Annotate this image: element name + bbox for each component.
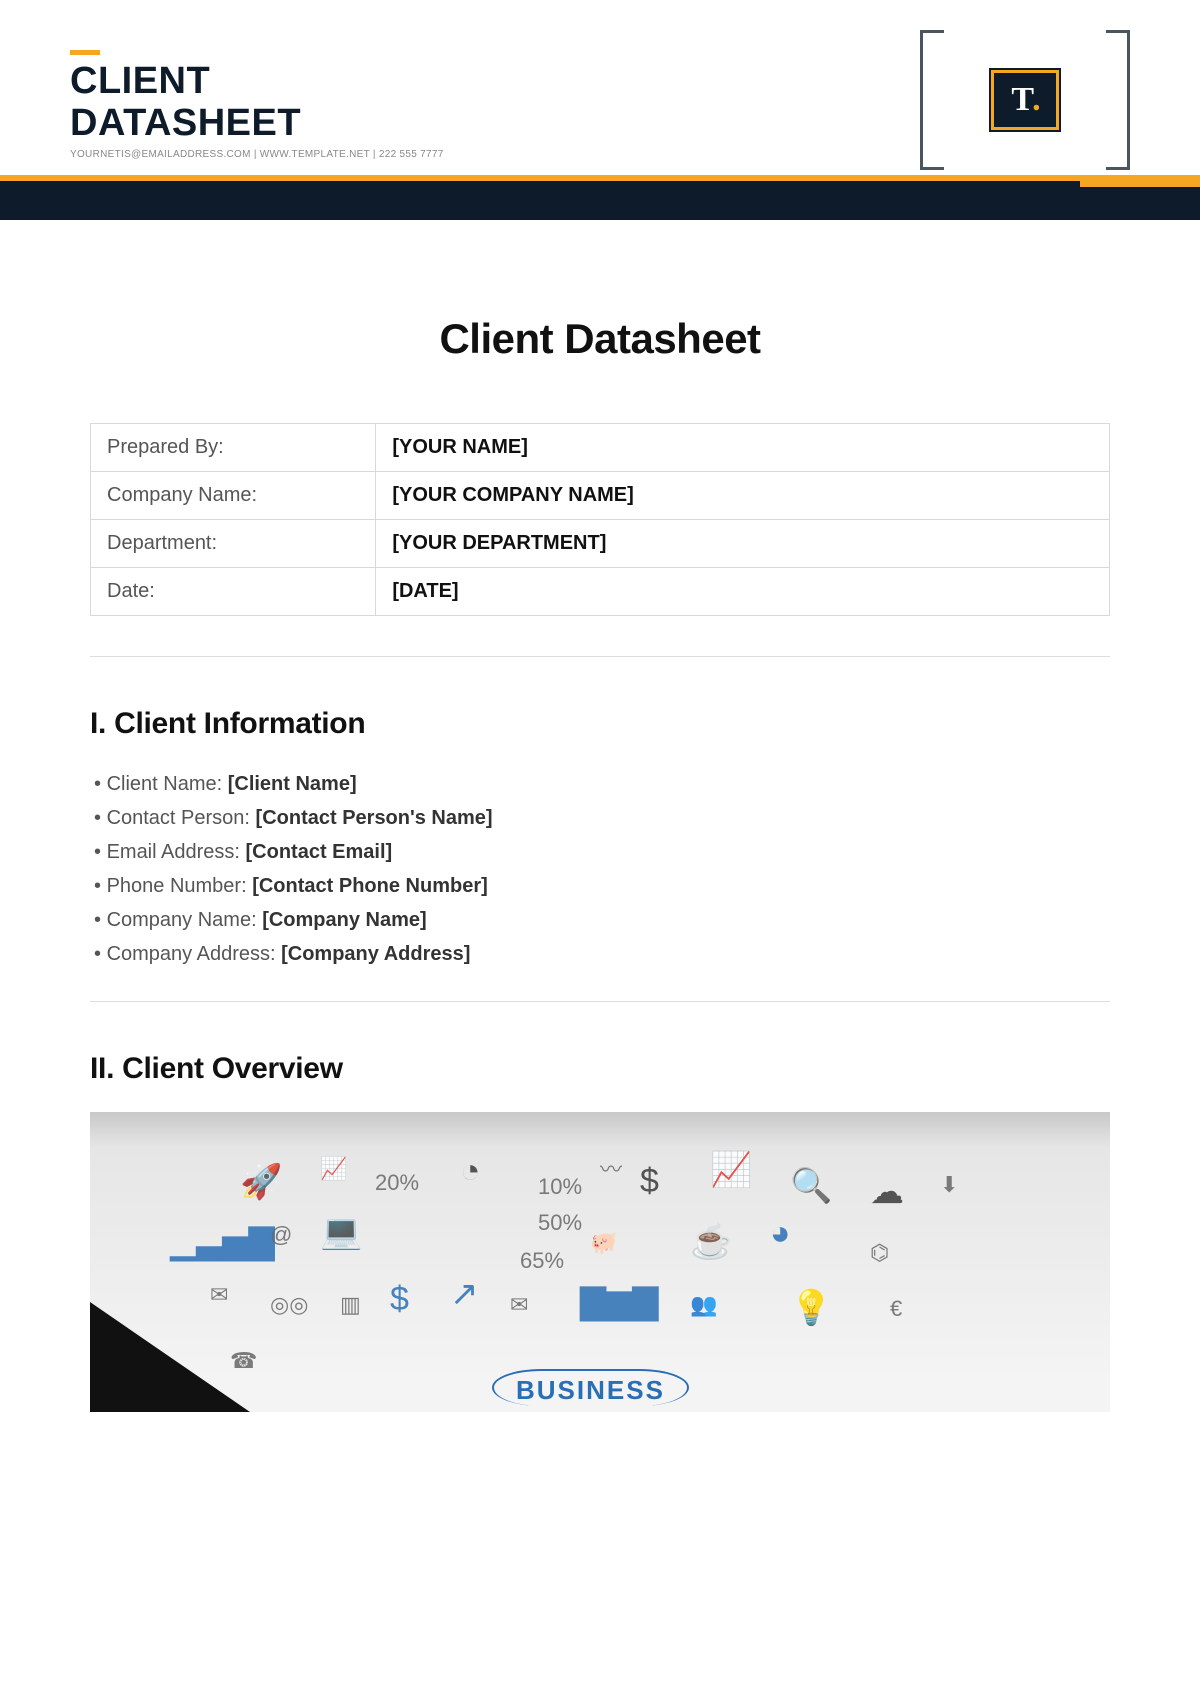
corner-shape <box>90 1302 250 1412</box>
field-label: Company Address: <box>107 943 282 965</box>
magnifier-icon: 🔍 <box>790 1166 832 1206</box>
piechart-icon: ◕ <box>770 1214 791 1253</box>
list-item: Client Name: [Client Name] <box>90 767 1110 801</box>
percent-annotation: 65% <box>520 1248 564 1274</box>
field-value: [Client Name] <box>228 773 357 795</box>
field-label: Client Name: <box>107 773 228 795</box>
field-value: [Contact Person's Name] <box>256 807 493 829</box>
rocket-icon: 🚀 <box>240 1162 282 1202</box>
header-title-line2: DATASHEET <box>70 102 301 144</box>
at-icon: @ <box>270 1222 292 1248</box>
list-item: Company Address: [Company Address] <box>90 937 1110 971</box>
coins-icon: ◎◎ <box>270 1292 308 1318</box>
meta-label: Date: <box>91 568 376 616</box>
document-body: Client Datasheet Prepared By:[YOUR NAME]… <box>0 225 1200 1412</box>
logo-dot: . <box>1032 81 1039 119</box>
field-value: [Company Address] <box>281 943 470 965</box>
accent-bar <box>70 50 100 55</box>
laptop-icon: 💻 <box>320 1212 362 1252</box>
chart-up-icon: 📈 <box>710 1150 752 1190</box>
table-row: Company Name:[YOUR COMPANY NAME] <box>91 472 1110 520</box>
field-label: Contact Person: <box>107 807 256 829</box>
sitemap-icon: ⌬ <box>870 1240 889 1266</box>
section-client-overview-heading: II. Client Overview <box>90 1052 1110 1086</box>
field-value: [Contact Email] <box>246 841 393 863</box>
bars-icon: ▇▆▇ <box>580 1282 658 1322</box>
percent-annotation: 50% <box>538 1210 582 1236</box>
barchart-icon: ▁▃▅▇ <box>170 1222 275 1262</box>
meta-label: Department: <box>91 520 376 568</box>
euro-icon: € <box>890 1296 902 1322</box>
doodle-layer: 🚀 📈 20% ◔ 10% 〰 $ 📈 🔍 ☁ ⬇ ▁▃▅▇ @ 💻 50% 6… <box>150 1152 1050 1412</box>
list-item: Company Name: [Company Name] <box>90 903 1110 937</box>
overview-illustration: 🚀 📈 20% ◔ 10% 〰 $ 📈 🔍 ☁ ⬇ ▁▃▅▇ @ 💻 50% 6… <box>90 1112 1110 1412</box>
wave-icon: 〰 <box>600 1152 622 1184</box>
divider <box>90 656 1110 657</box>
table-row: Department:[YOUR DEPARTMENT] <box>91 520 1110 568</box>
lightbulb-icon: 💡 <box>790 1288 832 1328</box>
logo-letter: T <box>1011 81 1032 119</box>
piechart-icon: ◔ <box>460 1152 481 1191</box>
field-label: Phone Number: <box>107 875 253 897</box>
logo-frame: T. <box>920 30 1130 170</box>
stock-icon: 📈 <box>320 1156 347 1182</box>
field-value: [Contact Phone Number] <box>252 875 488 897</box>
field-label: Company Name: <box>107 909 263 931</box>
meta-value: [YOUR COMPANY NAME] <box>376 472 1110 520</box>
meta-value: [YOUR DEPARTMENT] <box>376 520 1110 568</box>
header-title-line1: CLIENT <box>70 60 210 102</box>
dollar-icon: $ <box>390 1280 409 1319</box>
bracket-right-icon <box>1106 30 1130 170</box>
list-item: Phone Number: [Contact Phone Number] <box>90 869 1110 903</box>
percent-annotation: 20% <box>375 1170 419 1196</box>
table-row: Prepared By:[YOUR NAME] <box>91 424 1110 472</box>
brand-logo: T. <box>991 70 1059 130</box>
meta-label: Prepared By: <box>91 424 376 472</box>
arrow-icon: ↗ <box>450 1274 479 1314</box>
table-row: Date:[DATE] <box>91 568 1110 616</box>
meta-table-body: Prepared By:[YOUR NAME]Company Name:[YOU… <box>91 424 1110 616</box>
header-banner <box>0 175 1200 220</box>
bars-icon: ▥ <box>340 1292 361 1318</box>
download-icon: ⬇ <box>940 1172 958 1198</box>
meta-table: Prepared By:[YOUR NAME]Company Name:[YOU… <box>90 423 1110 616</box>
document-header: CLIENT DATASHEET YOURNETIS@EMAILADDRESS.… <box>0 0 1200 225</box>
dollar-icon: $ <box>640 1162 659 1201</box>
meta-value: [YOUR NAME] <box>376 424 1110 472</box>
meta-value: [DATE] <box>376 568 1110 616</box>
list-item: Contact Person: [Contact Person's Name] <box>90 801 1110 835</box>
list-item: Email Address: [Contact Email] <box>90 835 1110 869</box>
overview-banner-word: BUSINESS <box>492 1369 689 1406</box>
divider <box>90 1001 1110 1002</box>
meta-label: Company Name: <box>91 472 376 520</box>
section-client-information-heading: I. Client Information <box>90 707 1110 741</box>
piggybank-icon: 🐖 <box>590 1230 617 1256</box>
header-banner-accent <box>1080 175 1200 187</box>
field-value: [Company Name] <box>262 909 426 931</box>
mail-icon: ✉ <box>510 1292 528 1318</box>
cloud-icon: ☁ <box>870 1172 904 1212</box>
coffee-icon: ☕ <box>690 1222 732 1262</box>
bracket-left-icon <box>920 30 944 170</box>
percent-annotation: 10% <box>538 1174 582 1200</box>
people-icon: 👥 <box>690 1292 717 1318</box>
client-information-list: Client Name: [Client Name]Contact Person… <box>90 767 1110 971</box>
page-title: Client Datasheet <box>90 315 1110 363</box>
field-label: Email Address: <box>107 841 246 863</box>
